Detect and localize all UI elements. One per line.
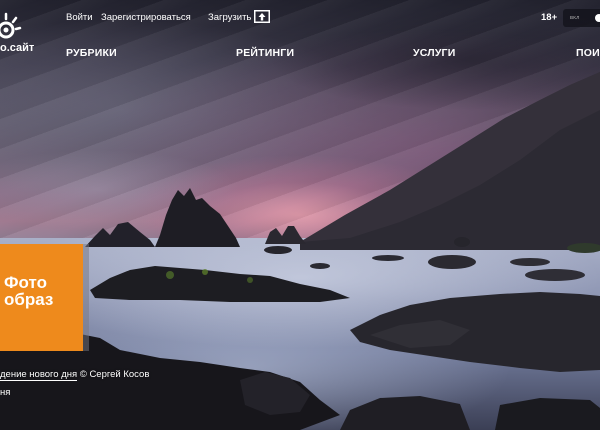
nav-item-search[interactable]: ПОИ [576, 47, 600, 59]
photo-title-link[interactable]: дение нового дня [0, 369, 78, 381]
login-link[interactable]: Войти [66, 12, 93, 23]
nav-item-services[interactable]: УСЛУГИ [413, 47, 455, 59]
photo-author[interactable]: © Сергей Косов [80, 369, 150, 380]
top-bar: о.сайт Войти Зарегистрироваться Загрузит… [0, 0, 600, 54]
nav-item-rubrics[interactable]: РУБРИКИ [66, 47, 117, 59]
promo-line-1: Фото [4, 273, 47, 292]
fotoobraz-promo[interactable]: Фото образ [0, 244, 83, 351]
upload-icon[interactable] [254, 10, 270, 23]
hero-photo [0, 0, 600, 430]
photo-caption: дение нового дня © Сергей Косов [0, 369, 150, 381]
photo-caption-line-2: ня [0, 387, 11, 398]
promo-line-2: образ [4, 290, 54, 309]
register-link[interactable]: Зарегистрироваться [101, 12, 191, 23]
toggle-label: ВКЛ [570, 15, 580, 20]
toggle-knob [595, 14, 600, 22]
upload-link[interactable]: Загрузить [208, 12, 251, 23]
logo-text[interactable]: о.сайт [0, 42, 34, 54]
age-rating-badge: 18+ [541, 12, 558, 23]
promo-text: Фото образ [4, 274, 53, 308]
nav-item-ratings[interactable]: РЕЙТИНГИ [236, 47, 294, 59]
landscape-rocks [0, 72, 600, 430]
adult-content-toggle[interactable]: ВКЛ [563, 9, 600, 27]
promo-strip [83, 244, 89, 351]
page: о.сайт Войти Зарегистрироваться Загрузит… [0, 0, 600, 430]
